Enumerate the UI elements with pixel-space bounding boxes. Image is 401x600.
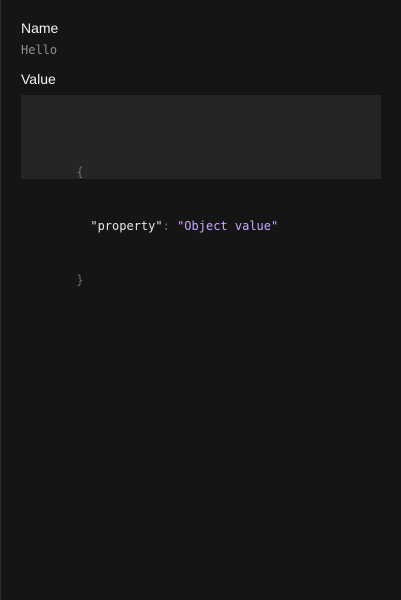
- json-open-line: {: [33, 145, 381, 179]
- name-value: Hello: [21, 43, 58, 57]
- value-label: Value: [21, 71, 56, 87]
- json-string-value: "Object value": [177, 219, 279, 233]
- json-close-brace: }: [76, 273, 84, 287]
- name-label: Name: [21, 20, 59, 36]
- json-property-line: "property": "Object value": [33, 199, 381, 233]
- json-close-line: }: [33, 253, 381, 287]
- left-border: [0, 0, 1, 600]
- details-panel: Name Hello Value { "property": "Object v…: [21, 18, 381, 287]
- json-value-viewer: { "property": "Object value" }: [21, 95, 381, 287]
- json-colon: :: [162, 219, 170, 233]
- json-open-brace: {: [76, 165, 84, 179]
- json-key: "property": [90, 219, 163, 233]
